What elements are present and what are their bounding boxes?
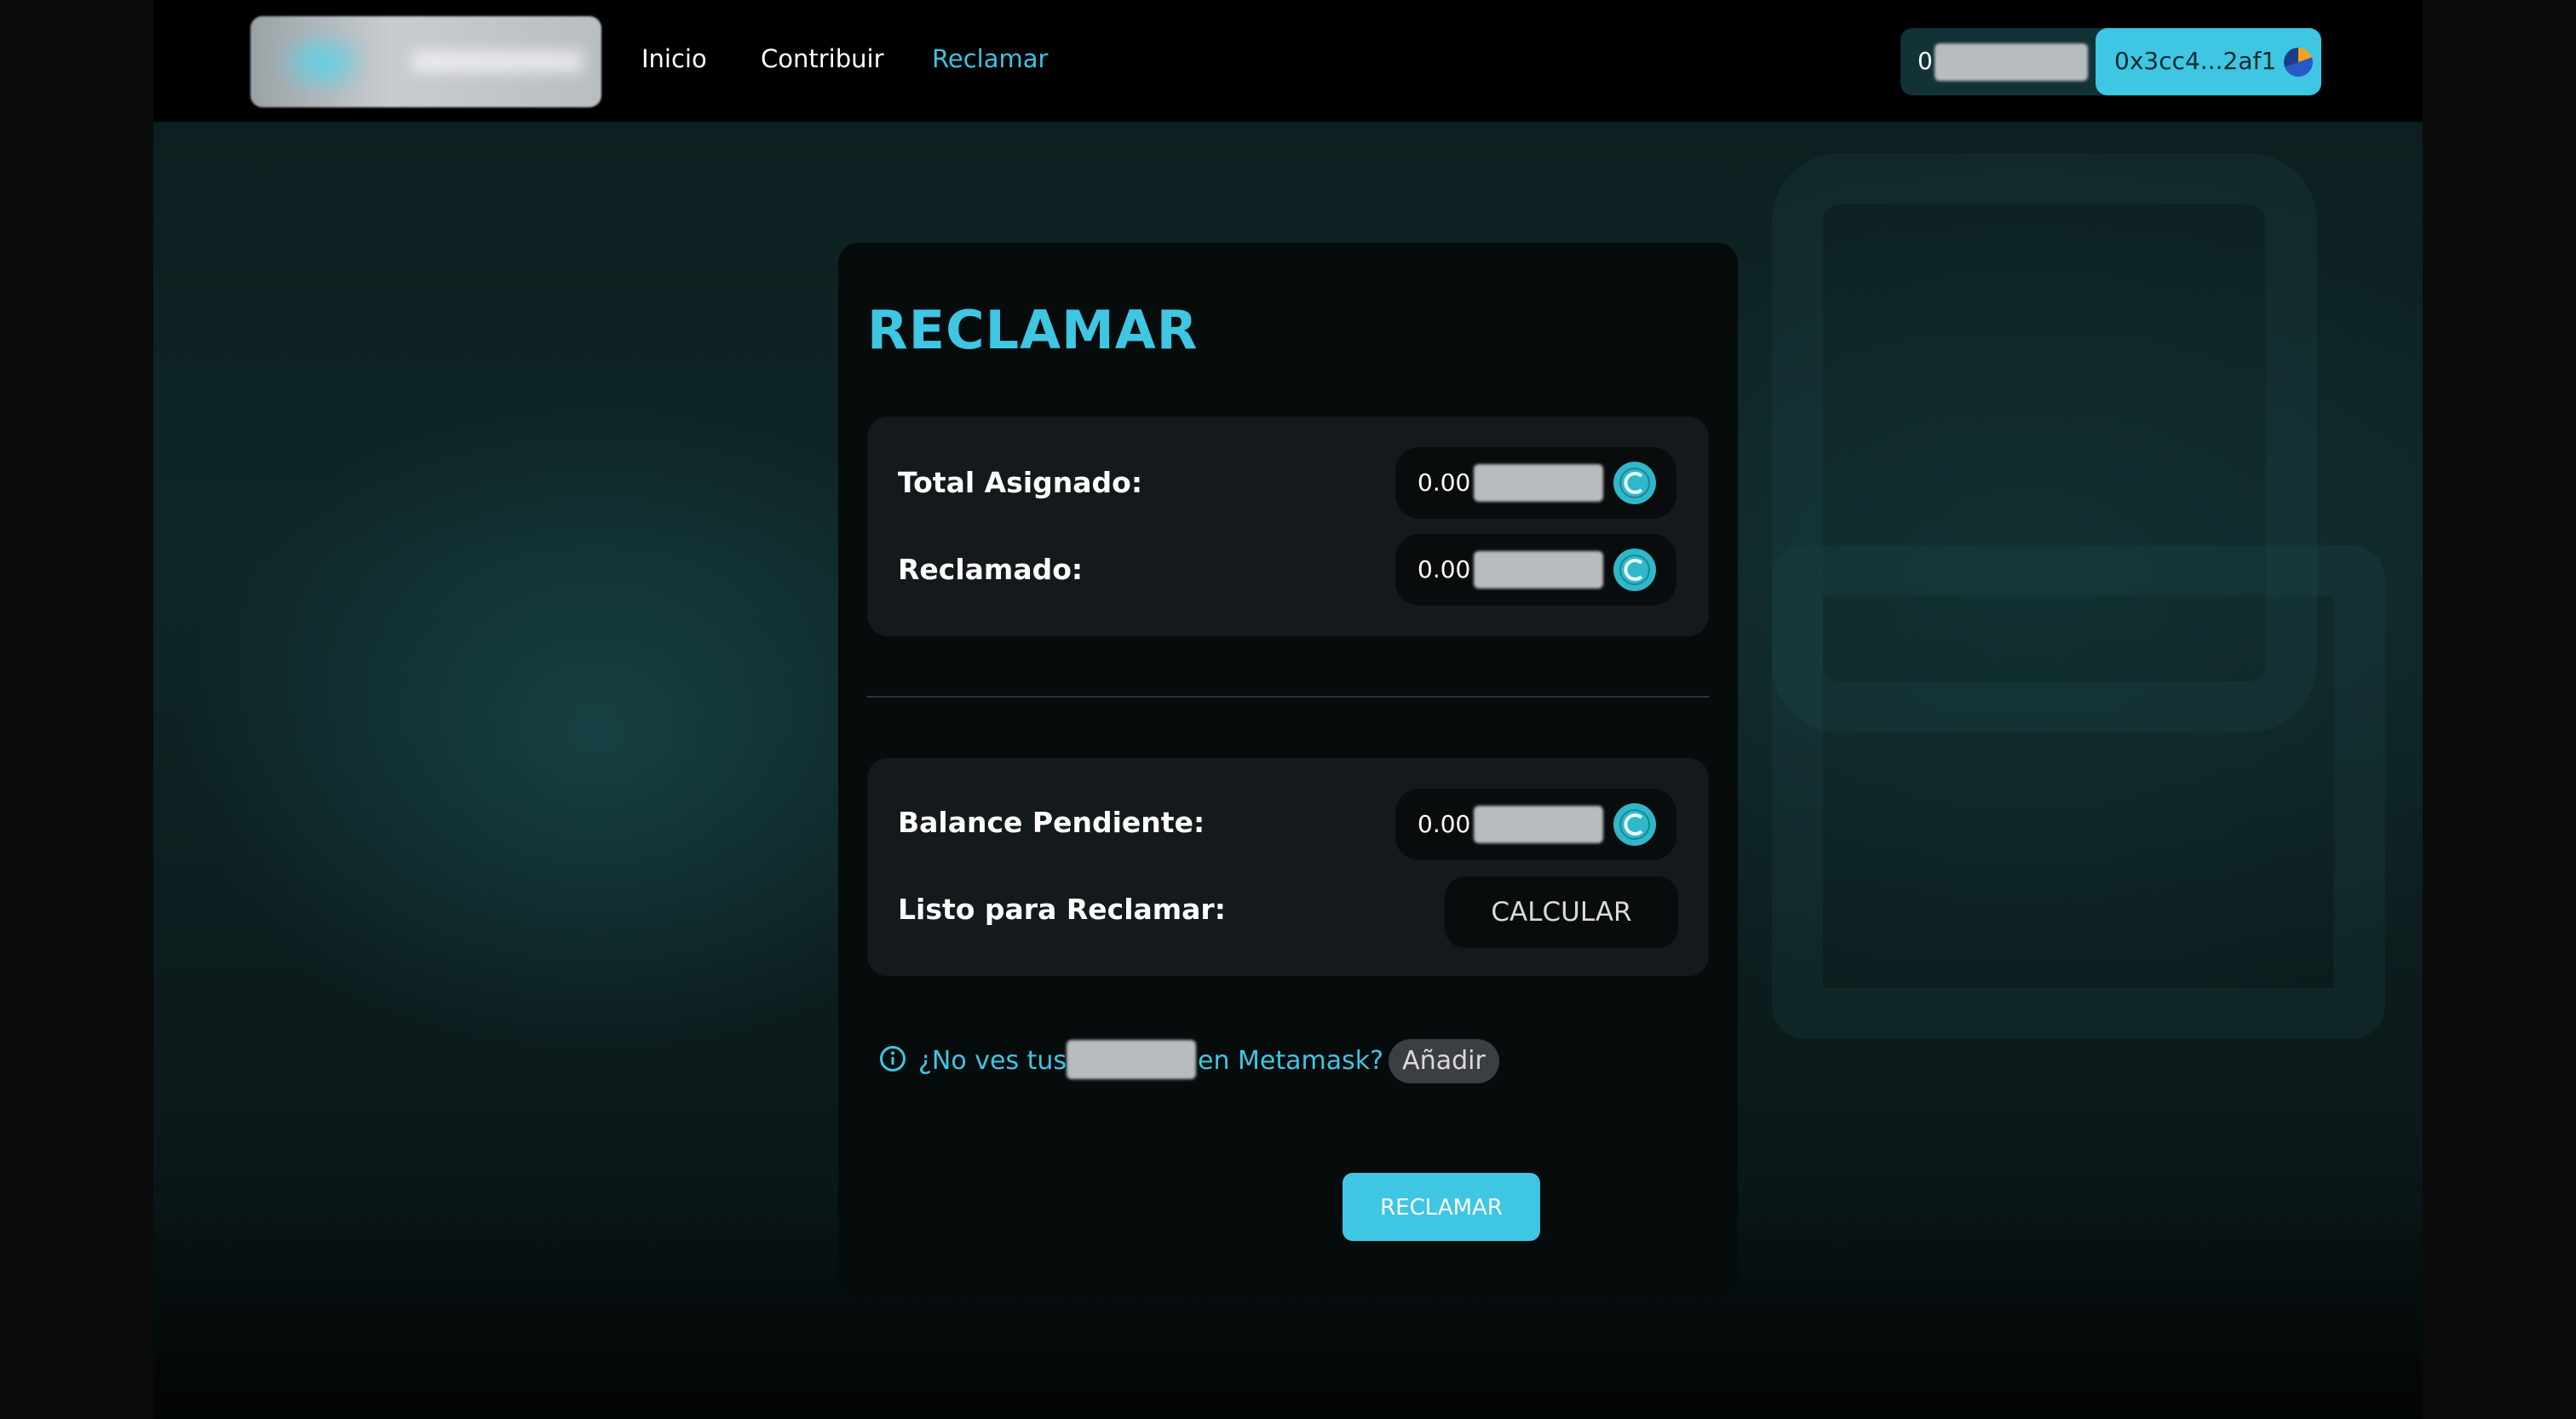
pending-balance-label: Balance Pendiente: bbox=[898, 806, 1205, 839]
metamask-hint: ¿No ves tus en Metamask? Añadir bbox=[879, 1039, 1527, 1083]
ready-to-claim-label: Listo para Reclamar: bbox=[898, 893, 1226, 926]
allocation-panel: Total Asignado: 0.00 Reclamado: 0.00 bbox=[867, 417, 1709, 636]
metamask-hint-text-before: ¿No ves tus bbox=[918, 1046, 1067, 1076]
nav-link-inicio[interactable]: Inicio bbox=[641, 44, 707, 73]
navbar: Inicio Contribuir Reclamar 0 0x3cc4...2a… bbox=[153, 0, 2423, 122]
redacted-token-symbol bbox=[1474, 806, 1603, 843]
total-assigned-value-pill: 0.00 bbox=[1395, 447, 1676, 519]
redacted-token-symbol bbox=[1935, 43, 2088, 81]
left-margin bbox=[0, 0, 153, 1419]
token-icon bbox=[1613, 462, 1656, 504]
wallet-address: 0x3cc4...2af1 bbox=[2114, 47, 2277, 75]
metamask-hint-text-after: en Metamask? bbox=[1198, 1046, 1384, 1076]
redacted-token-symbol bbox=[1474, 551, 1603, 589]
redacted-token-symbol bbox=[1067, 1040, 1196, 1079]
claimed-value: 0.00 bbox=[1417, 555, 1471, 583]
token-balance-value: 0 bbox=[1918, 47, 1933, 75]
claimed-value-pill: 0.00 bbox=[1395, 534, 1676, 606]
claim-button[interactable]: RECLAMAR bbox=[1343, 1173, 1540, 1241]
page-title: RECLAMAR bbox=[867, 299, 1199, 361]
token-icon bbox=[1613, 803, 1656, 846]
add-to-metamask-button[interactable]: Añadir bbox=[1389, 1039, 1499, 1083]
nav-link-contribuir[interactable]: Contribuir bbox=[761, 44, 884, 73]
total-assigned-value: 0.00 bbox=[1417, 468, 1471, 497]
page-background: Inicio Contribuir Reclamar 0 0x3cc4...2a… bbox=[153, 0, 2423, 1419]
wallet-address-button[interactable]: 0x3cc4...2af1 bbox=[2096, 28, 2321, 95]
background-decoration bbox=[1772, 545, 2385, 1039]
pending-panel: Balance Pendiente: 0.00 Listo para Recla… bbox=[867, 758, 1709, 976]
total-assigned-label: Total Asignado: bbox=[898, 466, 1143, 499]
logo[interactable] bbox=[250, 16, 601, 107]
right-margin bbox=[2423, 0, 2576, 1419]
token-icon bbox=[1613, 549, 1656, 591]
wallet-avatar-icon bbox=[2284, 48, 2313, 77]
logo-mark-icon bbox=[276, 30, 370, 95]
claimed-label: Reclamado: bbox=[898, 553, 1084, 586]
token-balance-pill[interactable]: 0 bbox=[1900, 28, 2107, 95]
divider bbox=[867, 696, 1709, 698]
nav-link-reclamar[interactable]: Reclamar bbox=[932, 44, 1048, 73]
claim-card: RECLAMAR Total Asignado: 0.00 Reclamado:… bbox=[838, 243, 1738, 1299]
calculate-button[interactable]: CALCULAR bbox=[1445, 876, 1678, 948]
pending-balance-value-pill: 0.00 bbox=[1395, 789, 1676, 860]
redacted-token-symbol bbox=[1474, 464, 1603, 502]
pending-balance-value: 0.00 bbox=[1417, 810, 1471, 838]
info-icon bbox=[880, 1046, 906, 1071]
logo-wordmark bbox=[412, 50, 583, 72]
